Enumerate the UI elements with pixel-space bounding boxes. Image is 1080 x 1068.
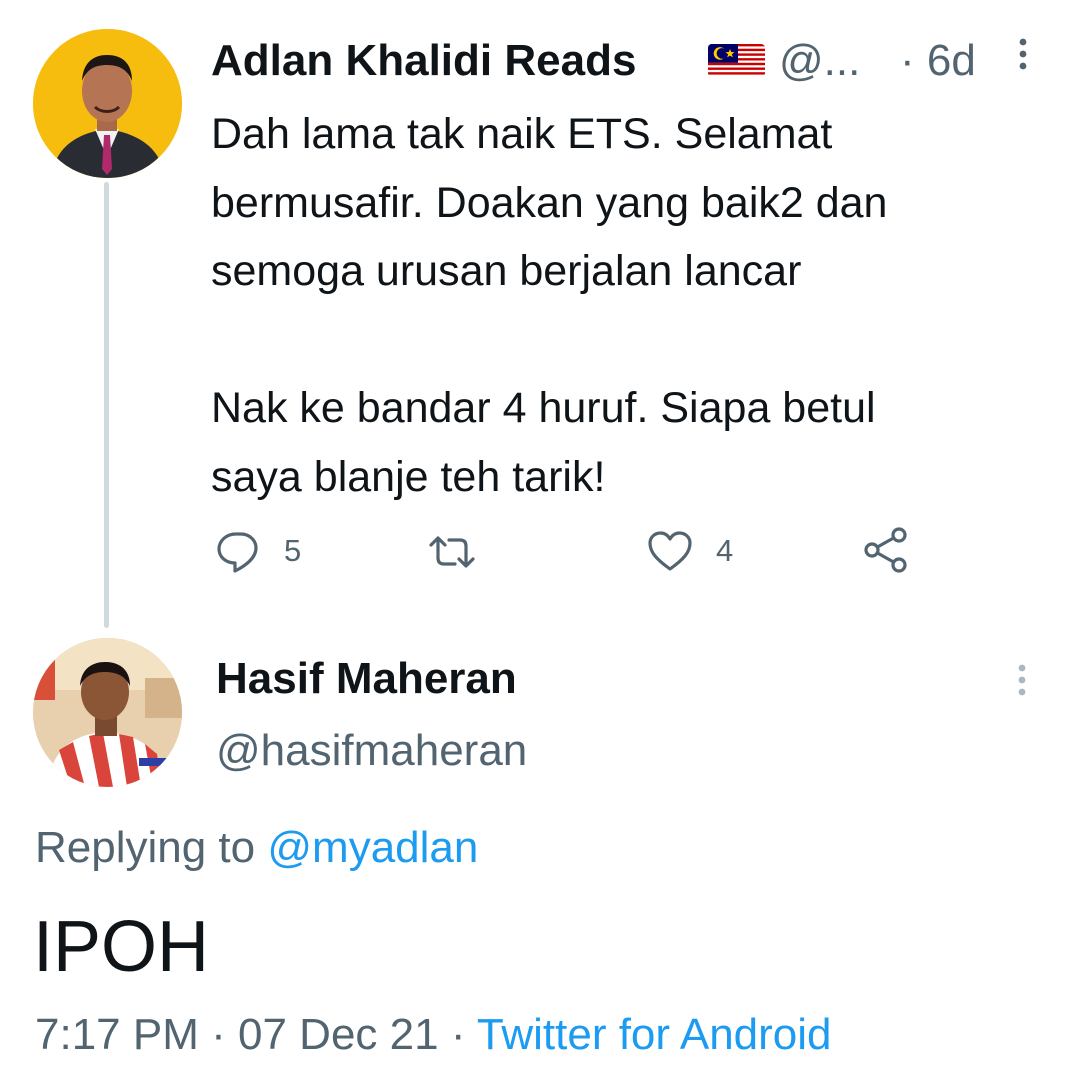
- author-name[interactable]: Adlan Khalidi Reads: [211, 34, 636, 88]
- share-icon: [864, 527, 907, 573]
- thread-line: [104, 182, 109, 628]
- replying-mention-link[interactable]: @myadlan: [267, 823, 478, 872]
- reply-count: 5: [284, 533, 302, 568]
- malaysia-flag-icon: [708, 44, 765, 77]
- author-handle[interactable]: @hasifmaheran: [216, 724, 527, 778]
- separator-dot: ·: [450, 1010, 466, 1059]
- like-count: 4: [716, 533, 734, 568]
- avatar[interactable]: [33, 638, 182, 787]
- like-button[interactable]: [646, 527, 694, 580]
- tweet-meta: 7:17 PM · 07 Dec 21 · Twitter for Androi…: [35, 1007, 832, 1063]
- tweet-text-line: saya blanje teh tarik!: [211, 452, 606, 501]
- replying-to: Replying to @myadlan: [35, 820, 478, 876]
- separator-dot: ·: [211, 1010, 226, 1059]
- relative-time[interactable]: 6d: [927, 36, 976, 85]
- replying-label: Replying to: [35, 823, 256, 872]
- heart-icon: [648, 531, 692, 571]
- reply-icon: [217, 532, 258, 573]
- tweet-text-line: Dah lama tak naik ETS. Selamat: [211, 110, 833, 158]
- tweet-text-line: Nak ke bandar 4 huruf. Siapa betul: [211, 384, 876, 432]
- author-name[interactable]: Hasif Maheran: [216, 652, 517, 706]
- avatar[interactable]: [33, 29, 182, 178]
- tweet-text: Dah lama tak naik ETS. Selamat bermusafi…: [211, 100, 1051, 511]
- source-link[interactable]: Twitter for Android: [477, 1010, 832, 1059]
- retweet-button[interactable]: [428, 528, 476, 581]
- separator-dot: ·: [900, 36, 915, 85]
- share-button[interactable]: [862, 526, 910, 579]
- tweet-time[interactable]: · 6d: [900, 34, 976, 88]
- tweet-text-line: semoga urusan berjalan lancar: [211, 247, 802, 295]
- author-handle[interactable]: @...: [779, 34, 860, 88]
- tweet-date[interactable]: 07 Dec 21: [238, 1010, 439, 1059]
- more-options-icon[interactable]: [1014, 663, 1030, 697]
- tweet-text-line: bermusafir. Doakan yang baik2 dan: [211, 178, 888, 227]
- retweet-icon: [429, 536, 475, 568]
- more-options-icon[interactable]: [1015, 37, 1031, 71]
- reply-button[interactable]: [214, 526, 262, 579]
- tweet-text: IPOH: [33, 907, 210, 987]
- tweet-time[interactable]: 7:17 PM: [35, 1010, 199, 1059]
